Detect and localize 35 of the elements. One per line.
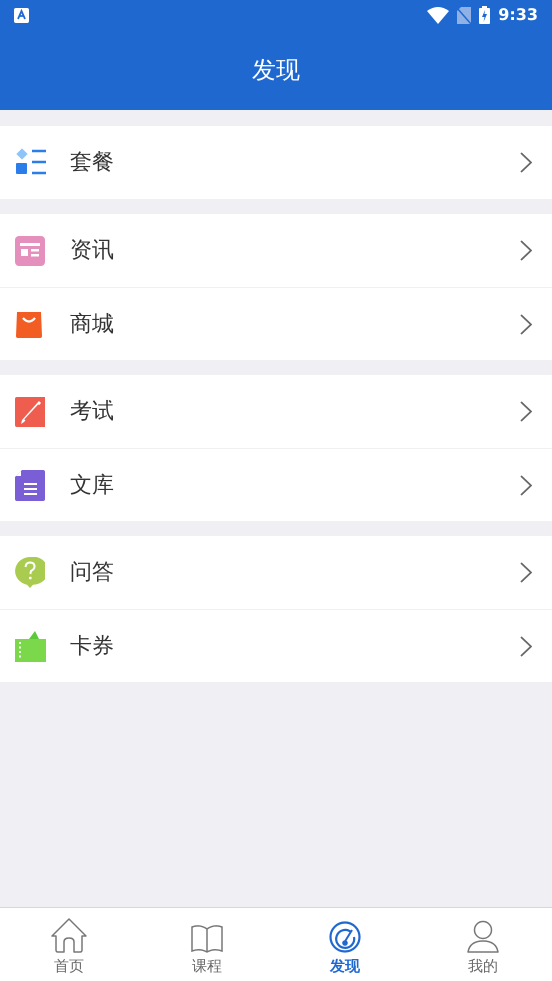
open-book-icon [190, 924, 224, 953]
page-title: 发现 [252, 55, 300, 86]
menu-item[interactable]: 资讯 [0, 214, 552, 287]
document-icon [15, 470, 45, 500]
menu-item[interactable]: 商城 [0, 287, 552, 360]
wifi-icon [427, 6, 450, 24]
chevron-right-icon [520, 474, 532, 496]
battery-icon [479, 6, 490, 24]
ticket-icon [15, 630, 46, 662]
menu-item[interactable]: 问答 [0, 536, 552, 609]
shopping-bag-icon [15, 310, 43, 338]
clock-time: 9:33 [498, 4, 538, 26]
menu-item[interactable]: 文库 [0, 448, 552, 521]
tab-bar-item[interactable]: 发现 [276, 908, 414, 981]
question-bubble-icon [15, 557, 45, 588]
menu-item[interactable]: 套餐 [0, 126, 552, 199]
chevron-right-icon [520, 562, 532, 583]
newspaper-icon [15, 236, 45, 266]
chevron-right-icon [520, 636, 532, 656]
tab-bar-item[interactable]: 我的 [414, 908, 552, 981]
menu-item[interactable]: 考试 [0, 375, 552, 448]
tab-bar-item[interactable]: 课程 [138, 908, 276, 981]
no-sim-icon [457, 6, 472, 24]
edit-icon [15, 396, 45, 426]
chevron-right-icon [520, 152, 532, 173]
chevron-right-icon [520, 240, 532, 261]
chevron-right-icon [520, 314, 532, 334]
keyboard-icon [14, 8, 29, 22]
chevron-right-icon [520, 401, 532, 422]
person-icon [467, 920, 499, 953]
home-icon [51, 918, 87, 953]
radar-icon [329, 921, 361, 953]
tab-bar-item[interactable]: 首页 [0, 908, 138, 981]
menu-item[interactable]: 卡券 [0, 609, 552, 682]
list-icon [15, 148, 47, 178]
